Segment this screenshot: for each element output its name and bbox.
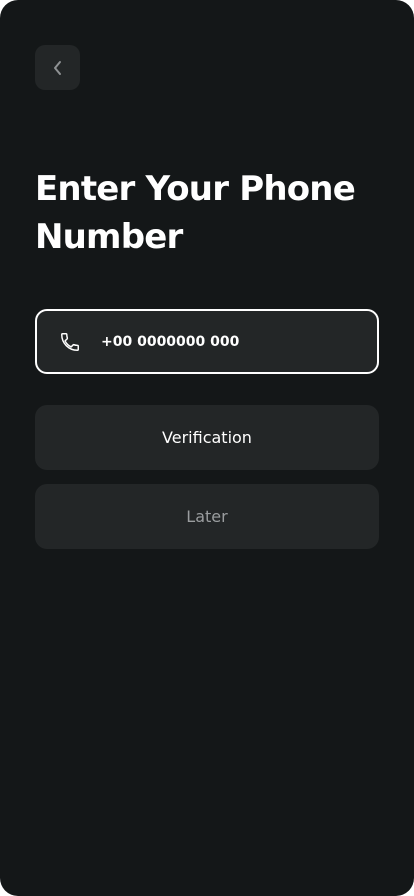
back-button[interactable] bbox=[35, 45, 80, 90]
phone-number-input[interactable] bbox=[101, 311, 361, 372]
page-title: Enter Your Phone Number bbox=[35, 169, 356, 257]
phone-entry-screen: Enter Your Phone Number Verification Lat… bbox=[0, 0, 414, 896]
verification-button[interactable]: Verification bbox=[35, 405, 379, 470]
phone-icon bbox=[59, 331, 81, 353]
phone-field[interactable] bbox=[35, 309, 379, 374]
later-button[interactable]: Later bbox=[35, 484, 379, 549]
chevron-left-icon bbox=[53, 60, 61, 75]
